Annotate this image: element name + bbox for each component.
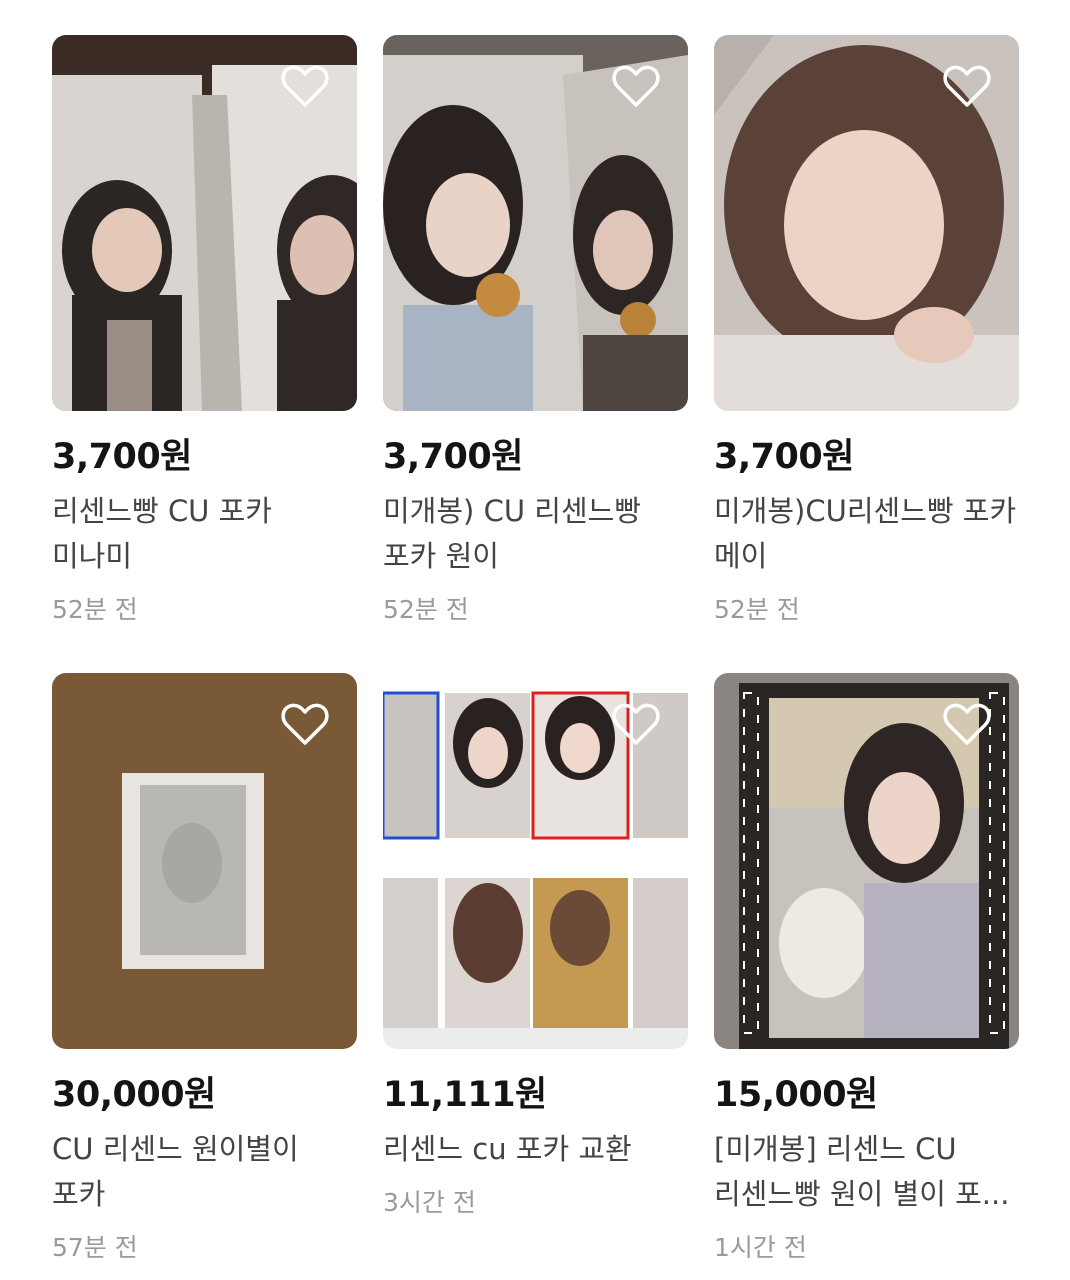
heart-icon — [612, 703, 660, 745]
listing-price: 3,700원 — [383, 437, 523, 477]
like-button[interactable] — [281, 703, 329, 747]
listing-card[interactable]: 3,700원 리센느빵 CU 포카 미나미 52분 전 — [52, 35, 357, 627]
listing-card[interactable]: 15,000원 [미개봉] 리센느 CU 리센느빵 원이 별이 포... 1시간… — [714, 673, 1019, 1265]
listing-title[interactable]: 미개봉) CU 리센느빵 포카 원이 — [383, 489, 688, 579]
listing-card[interactable]: 11,111원 리센느 cu 포카 교환 3시간 전 — [383, 673, 688, 1220]
listing-time: 1시간 전 — [714, 1233, 807, 1262]
listing-title[interactable]: 리센느빵 CU 포카 미나미 — [52, 489, 357, 579]
listing-price: 3,700원 — [52, 437, 192, 477]
listing-time: 3시간 전 — [383, 1188, 476, 1217]
listing-title[interactable]: CU 리센느 원이별이 포카 — [52, 1127, 357, 1217]
listing-title[interactable]: 미개봉)CU리센느빵 포카 메이 — [714, 489, 1019, 579]
like-button[interactable] — [943, 65, 991, 109]
listing-card[interactable]: 3,700원 미개봉) CU 리센느빵 포카 원이 52분 전 — [383, 35, 688, 627]
listing-thumbnail[interactable] — [383, 673, 688, 1049]
like-button[interactable] — [612, 65, 660, 109]
listing-thumbnail[interactable] — [52, 673, 357, 1049]
listing-card[interactable]: 3,700원 미개봉)CU리센느빵 포카 메이 52분 전 — [714, 35, 1019, 627]
listing-thumbnail[interactable] — [714, 35, 1019, 411]
listing-time: 52분 전 — [714, 595, 800, 624]
listing-thumbnail[interactable] — [383, 35, 688, 411]
listing-price: 30,000원 — [52, 1075, 216, 1115]
listing-thumbnail[interactable] — [52, 35, 357, 411]
heart-icon — [281, 65, 329, 107]
listing-time: 57분 전 — [52, 1233, 138, 1262]
heart-icon — [612, 65, 660, 107]
like-button[interactable] — [943, 703, 991, 747]
listing-grid: 3,700원 리센느빵 CU 포카 미나미 52분 전 3,700원 미개봉) … — [0, 0, 1070, 1280]
listing-card[interactable]: 30,000원 CU 리센느 원이별이 포카 57분 전 — [52, 673, 357, 1265]
listing-price: 3,700원 — [714, 437, 854, 477]
listing-thumbnail[interactable] — [714, 673, 1019, 1049]
listing-time: 52분 전 — [52, 595, 138, 624]
like-button[interactable] — [281, 65, 329, 109]
listing-title[interactable]: [미개봉] 리센느 CU 리센느빵 원이 별이 포... — [714, 1127, 1019, 1217]
listing-price: 15,000원 — [714, 1075, 878, 1115]
listing-price: 11,111원 — [383, 1075, 547, 1115]
heart-icon — [943, 65, 991, 107]
heart-icon — [281, 703, 329, 745]
heart-icon — [943, 703, 991, 745]
listing-title[interactable]: 리센느 cu 포카 교환 — [383, 1127, 688, 1172]
like-button[interactable] — [612, 703, 660, 747]
listing-time: 52분 전 — [383, 595, 469, 624]
